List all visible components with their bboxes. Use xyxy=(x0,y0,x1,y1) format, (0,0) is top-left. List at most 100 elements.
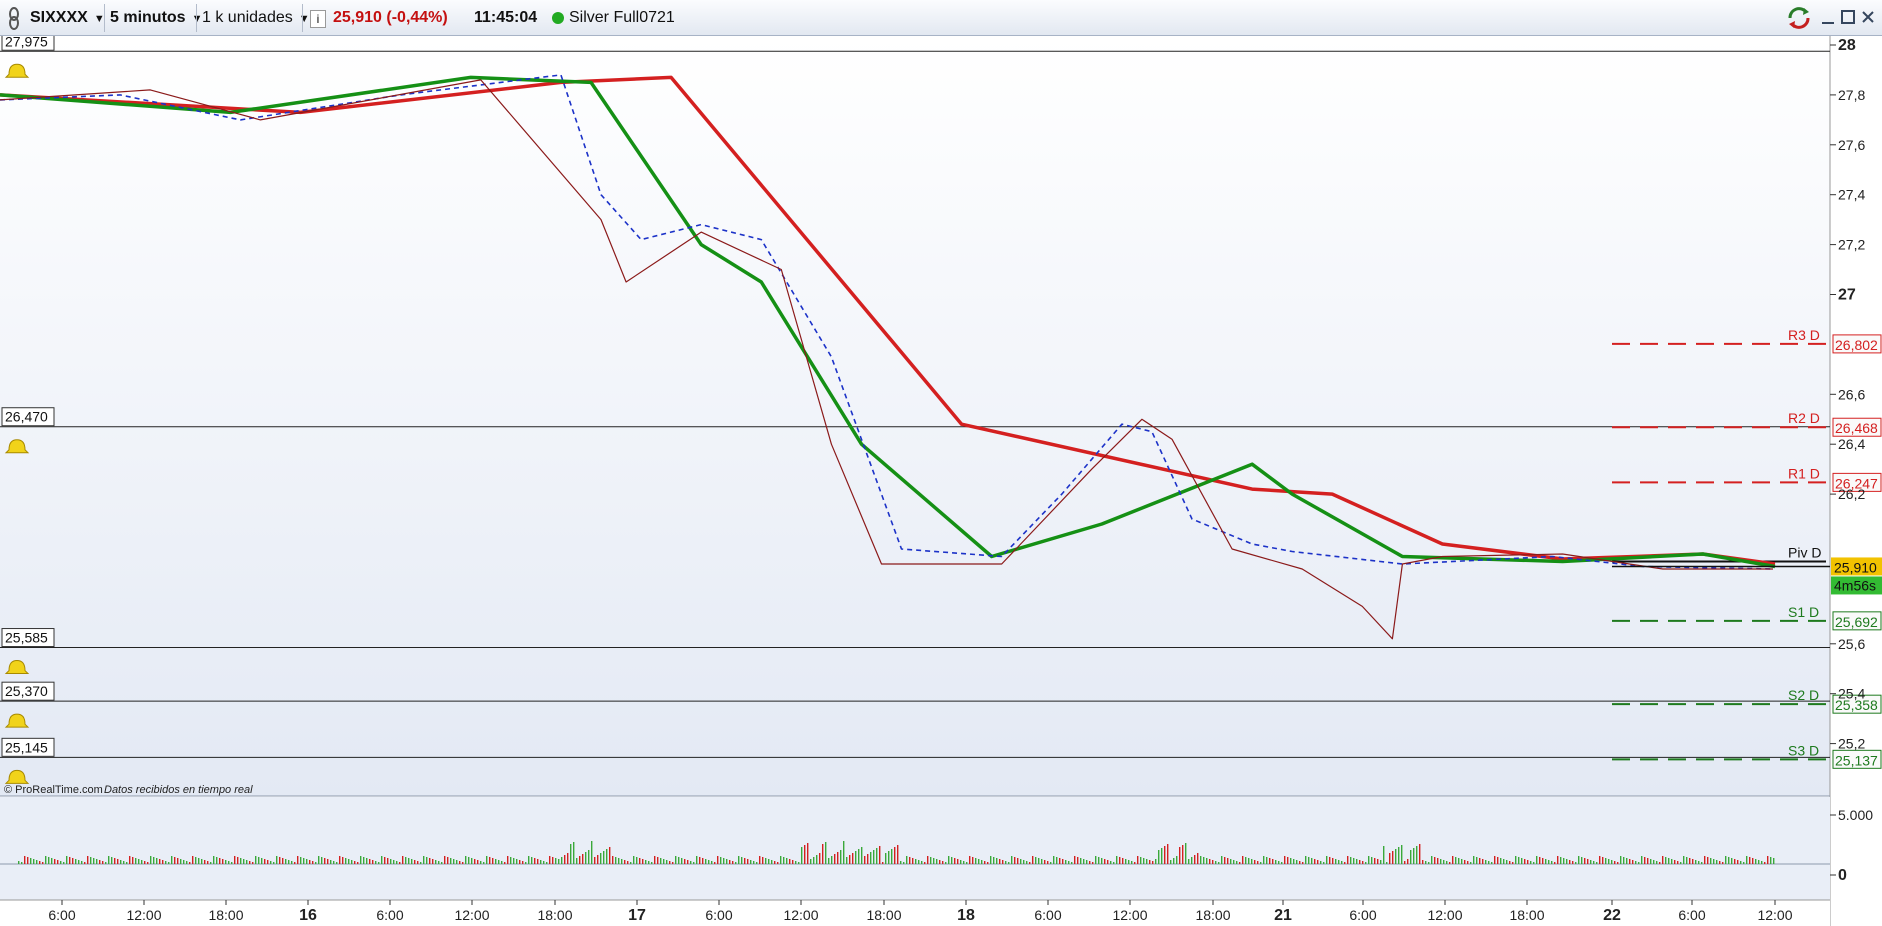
alert-label: 27,975 xyxy=(5,36,48,49)
maximize-icon[interactable] xyxy=(1839,0,1857,36)
volume-bar xyxy=(105,862,107,864)
volume-bar xyxy=(291,861,293,864)
volume-bar xyxy=(1203,857,1205,864)
volume-bar xyxy=(1680,862,1682,864)
sync-icon[interactable] xyxy=(1785,0,1813,36)
volume-bar xyxy=(1554,862,1556,864)
volume-bar xyxy=(615,857,617,864)
volume-bar xyxy=(819,853,821,864)
volume-bar xyxy=(1071,862,1073,864)
volume-bar xyxy=(1038,858,1040,864)
x-tick-label: 22 xyxy=(1603,907,1621,924)
volume-bar xyxy=(1755,859,1757,864)
volume-bar xyxy=(732,861,734,864)
volume-bar xyxy=(1140,857,1142,864)
volume-bar xyxy=(222,859,224,864)
volume-bar xyxy=(285,859,287,864)
volume-bar xyxy=(501,861,503,864)
timeframe-dropdown[interactable]: 5 minutos ▼ xyxy=(110,0,202,36)
volume-bar xyxy=(1089,861,1091,864)
volume-bar xyxy=(1269,858,1271,864)
volume-bar xyxy=(399,862,401,864)
volume-bar xyxy=(96,859,98,864)
volume-bar xyxy=(792,860,794,864)
volume-bar xyxy=(783,857,785,864)
volume-bar xyxy=(1206,858,1208,864)
volume-bar xyxy=(333,861,335,864)
y-tick-label: 27,6 xyxy=(1838,137,1865,153)
volume-bar xyxy=(1455,857,1457,864)
volume-bar xyxy=(1590,860,1592,864)
x-tick-label: 6:00 xyxy=(48,907,75,923)
volume-bar xyxy=(360,856,362,864)
volume-bar xyxy=(543,861,545,864)
volume-bar xyxy=(630,862,632,864)
volume-bar xyxy=(153,857,155,864)
volume-bar xyxy=(132,857,134,864)
volume-bar xyxy=(975,858,977,864)
volume-bar xyxy=(1254,860,1256,864)
close-icon[interactable] xyxy=(1859,0,1877,36)
volume-bar xyxy=(1317,860,1319,864)
volume-bar xyxy=(1431,856,1433,864)
volume-bar xyxy=(618,858,620,864)
units-dropdown[interactable]: 1 k unidades ▼ xyxy=(202,0,310,36)
volume-bar xyxy=(1707,857,1709,864)
volume-bar xyxy=(432,859,434,864)
volume-bar xyxy=(327,859,329,864)
volume-bar xyxy=(1656,861,1658,864)
volume-bar xyxy=(495,859,497,864)
volume-bar xyxy=(708,860,710,864)
volume-bar xyxy=(516,859,518,864)
volume-bar xyxy=(798,862,800,864)
volume-bar xyxy=(144,861,146,864)
info-icon[interactable]: i xyxy=(310,10,326,28)
y-tick-label: 25,2 xyxy=(1838,736,1865,752)
pivot-name: Piv D xyxy=(1788,544,1821,560)
volume-bar xyxy=(672,862,674,864)
volume-bar xyxy=(393,860,395,864)
volume-bar xyxy=(1530,861,1532,864)
volume-bar xyxy=(261,858,263,864)
volume-bar xyxy=(417,861,419,864)
x-tick-label: 18:00 xyxy=(537,907,572,923)
volume-bar xyxy=(282,858,284,864)
volume-tick-label: 0 xyxy=(1838,867,1847,884)
price-chart[interactable]: 27,975 26,470 25,585 25,370 25,145 R3 D 26,80… xyxy=(0,36,1882,926)
volume-bar xyxy=(696,856,698,864)
volume-bar xyxy=(828,858,830,864)
volume-bar xyxy=(1542,858,1544,864)
volume-bar xyxy=(1509,861,1511,864)
volume-bar xyxy=(270,861,272,864)
x-tick-label: 18:00 xyxy=(208,907,243,923)
volume-bar xyxy=(1479,858,1481,864)
volume-bar xyxy=(453,859,455,864)
volume-bar xyxy=(930,857,932,864)
volume-bar xyxy=(849,855,851,864)
volume-bar xyxy=(1743,862,1745,864)
x-tick-label: 16 xyxy=(299,907,317,924)
price-change: 25,910 (-0,44%) xyxy=(333,9,448,26)
volume-bar xyxy=(357,862,359,864)
volume-bar xyxy=(1497,857,1499,864)
volume-bar xyxy=(657,857,659,864)
y-tick-label: 27,4 xyxy=(1838,187,1865,203)
volume-bar xyxy=(1131,861,1133,864)
volume-bar xyxy=(582,854,584,864)
volume-bar xyxy=(1524,859,1526,864)
volume-bar xyxy=(240,858,242,864)
volume-bar xyxy=(1596,862,1598,864)
symbol-dropdown[interactable]: SIXXXX ▼ xyxy=(30,0,105,36)
volume-bar xyxy=(1125,859,1127,864)
minimize-icon[interactable] xyxy=(1819,0,1837,36)
link-icon[interactable] xyxy=(6,0,22,36)
pivot-value: 26,468 xyxy=(1835,420,1878,436)
volume-bar xyxy=(81,861,83,864)
volume-bar xyxy=(138,859,140,864)
volume-bar xyxy=(1608,859,1610,864)
pivot-name: S1 D xyxy=(1788,604,1819,620)
volume-bar xyxy=(1002,860,1004,864)
volume-bar xyxy=(903,862,905,864)
volume-bar xyxy=(981,860,983,864)
volume-bar xyxy=(1407,859,1409,864)
